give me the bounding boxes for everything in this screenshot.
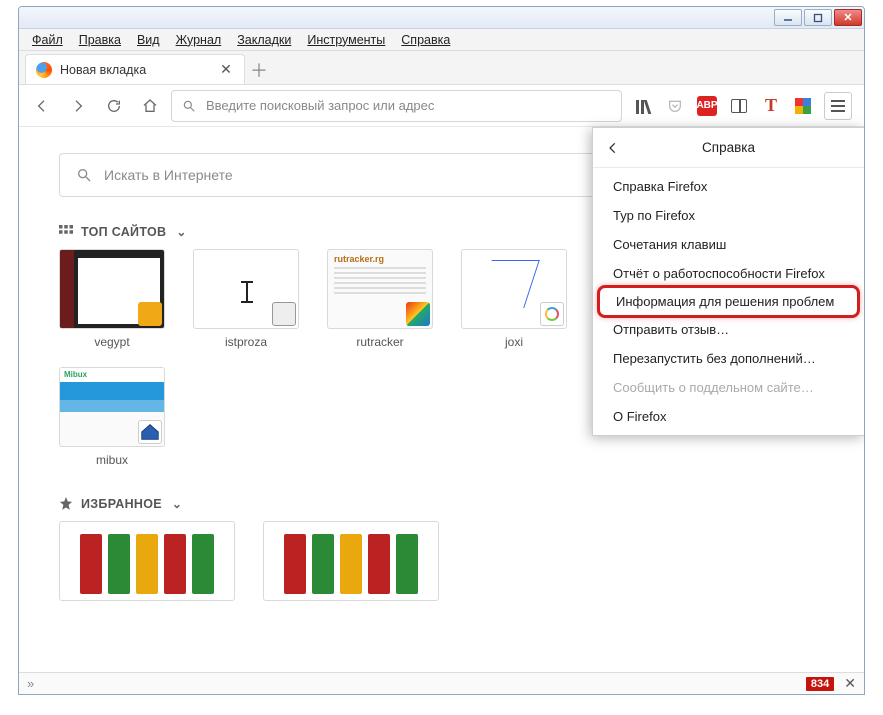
highlights-header[interactable]: ИЗБРАННОЕ ⌄ [59, 497, 824, 511]
tab-new[interactable]: Новая вкладка ✕ [25, 54, 245, 84]
color-swatches-button[interactable] [792, 95, 814, 117]
chevron-down-icon: ⌄ [172, 497, 182, 511]
tile-mibux[interactable]: Mibux mibux [59, 367, 165, 467]
browser-window: ✕ Файл Правка Вид Журнал Закладки Инстру… [18, 6, 865, 695]
status-count-badge: 834 [806, 677, 834, 691]
tile-label: rutracker [327, 335, 433, 349]
tile-joxi[interactable]: joxi [461, 249, 567, 349]
firefox-icon [36, 62, 52, 78]
maximize-button[interactable] [804, 9, 832, 26]
help-panel-title: Справка [702, 140, 755, 155]
help-panel-header: Справка [593, 128, 864, 168]
search-icon [182, 99, 196, 113]
minimize-button[interactable] [774, 9, 802, 26]
help-item-about[interactable]: О Firefox [593, 402, 864, 431]
chevron-down-icon: ⌄ [176, 225, 186, 239]
help-back-button[interactable] [603, 138, 623, 158]
reader-button[interactable] [728, 95, 750, 117]
app-menu-button[interactable] [824, 92, 852, 120]
menu-help[interactable]: Справка [394, 31, 457, 49]
window-titlebar: ✕ [19, 7, 864, 29]
topsites-label: ТОП САЙТОВ [81, 225, 166, 239]
close-button[interactable]: ✕ [834, 9, 862, 26]
menu-bar: Файл Правка Вид Журнал Закладки Инструме… [19, 29, 864, 51]
menu-bookmarks[interactable]: Закладки [230, 31, 298, 49]
menu-tools[interactable]: Инструменты [300, 31, 392, 49]
help-item-report-site: Сообщить о поддельном сайте… [593, 373, 864, 402]
help-item-safe-mode[interactable]: Перезапустить без дополнений… [593, 344, 864, 373]
help-item-health[interactable]: Отчёт о работоспособности Firefox [593, 259, 864, 288]
tile-vegypt[interactable]: vegypt [59, 249, 165, 349]
tile-istproza[interactable]: istproza [193, 249, 299, 349]
menu-view[interactable]: Вид [130, 31, 167, 49]
search-placeholder: Искать в Интернете [104, 167, 233, 183]
adblock-button[interactable]: ABP [696, 95, 718, 117]
help-panel: Справка Справка Firefox Тур по Firefox С… [592, 127, 864, 436]
url-bar[interactable]: Введите поисковый запрос или адрес [171, 90, 622, 122]
menu-edit[interactable]: Правка [72, 31, 128, 49]
highlight-tile[interactable] [263, 521, 439, 601]
help-item-firefox-help[interactable]: Справка Firefox [593, 172, 864, 201]
url-placeholder: Введите поисковый запрос или адрес [206, 98, 434, 113]
status-bar: » 834 ✕ [19, 672, 864, 694]
tab-title: Новая вкладка [60, 63, 210, 77]
forward-button[interactable] [63, 91, 93, 121]
help-item-feedback[interactable]: Отправить отзыв… [593, 315, 864, 344]
help-item-shortcuts[interactable]: Сочетания клавиш [593, 230, 864, 259]
menu-file[interactable]: Файл [25, 31, 70, 49]
toolbar-icons: ABP T [628, 92, 856, 120]
library-button[interactable] [632, 95, 654, 117]
tile-label: mibux [59, 453, 165, 467]
navigation-toolbar: Введите поисковый запрос или адрес ABP T [19, 85, 864, 127]
tile-label: joxi [461, 335, 567, 349]
reload-button[interactable] [99, 91, 129, 121]
status-expand-icon[interactable]: » [27, 676, 34, 691]
menu-history[interactable]: Журнал [169, 31, 229, 49]
back-button[interactable] [27, 91, 57, 121]
help-item-tour[interactable]: Тур по Firefox [593, 201, 864, 230]
pocket-button[interactable] [664, 95, 686, 117]
search-icon [76, 167, 92, 183]
highlights-icon [59, 497, 73, 511]
grid-icon [59, 225, 73, 239]
tile-rutracker[interactable]: rutracker.rg rutracker [327, 249, 433, 349]
tile-label: istproza [193, 335, 299, 349]
highlights-label: ИЗБРАННОЕ [81, 497, 162, 511]
new-tab-button[interactable]: ＋ [245, 56, 273, 84]
window-controls: ✕ [774, 9, 862, 26]
home-button[interactable] [135, 91, 165, 121]
highlight-tile[interactable] [59, 521, 235, 601]
tile-label: vegypt [59, 335, 165, 349]
text-tool-button[interactable]: T [760, 95, 782, 117]
tab-close-icon[interactable]: ✕ [218, 62, 234, 78]
status-close-icon[interactable]: ✕ [844, 675, 856, 692]
help-items: Справка Firefox Тур по Firefox Сочетания… [593, 168, 864, 435]
help-item-troubleshoot[interactable]: Информация для решения проблем [597, 285, 860, 318]
tab-strip: Новая вкладка ✕ ＋ [19, 51, 864, 85]
